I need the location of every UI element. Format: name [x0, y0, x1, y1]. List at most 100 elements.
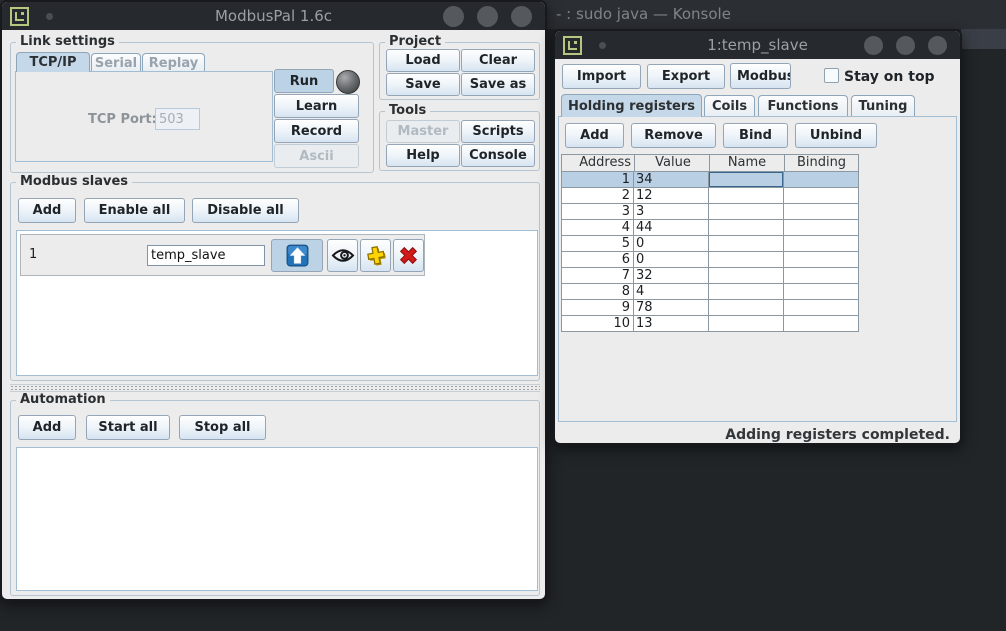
column-header-address[interactable]: Address: [561, 154, 634, 172]
run-button[interactable]: Run: [274, 69, 334, 93]
cell-binding[interactable]: [784, 220, 859, 236]
master-button[interactable]: Master: [386, 120, 460, 143]
record-button[interactable]: Record: [274, 119, 359, 143]
stay-on-top-checkbox[interactable]: [824, 68, 839, 83]
slave-name-input[interactable]: [147, 245, 265, 266]
stop-all-button[interactable]: Stop all: [179, 415, 266, 440]
cell-value[interactable]: 0: [634, 236, 709, 252]
delete-slave-button[interactable]: [393, 239, 424, 272]
load-button[interactable]: Load: [386, 49, 460, 72]
clear-button[interactable]: Clear: [461, 49, 535, 72]
main-window-titlebar[interactable]: ModbusPal 1.6c: [2, 2, 545, 30]
cell-binding[interactable]: [784, 252, 859, 268]
cell-value[interactable]: 44: [634, 220, 709, 236]
cell-name[interactable]: [709, 268, 784, 284]
cell-binding[interactable]: [784, 268, 859, 284]
save-button[interactable]: Save: [386, 73, 460, 96]
table-row[interactable]: 134: [561, 172, 859, 188]
help-button[interactable]: Help: [386, 144, 460, 167]
cell-value[interactable]: 13: [634, 316, 709, 332]
split-pane-divider[interactable]: [10, 384, 540, 392]
table-row[interactable]: 212: [561, 188, 859, 204]
cell-binding[interactable]: [784, 188, 859, 204]
cell-binding[interactable]: [784, 172, 859, 188]
remove-register-button[interactable]: Remove: [631, 123, 716, 148]
tab-functions[interactable]: Functions: [758, 95, 848, 117]
table-row[interactable]: 60: [561, 252, 859, 268]
tab-holding-registers[interactable]: Holding registers: [561, 94, 702, 117]
slave-row[interactable]: 1: [20, 234, 425, 276]
cell-name[interactable]: [709, 284, 784, 300]
table-row[interactable]: 978: [561, 300, 859, 316]
cell-address[interactable]: 6: [561, 252, 634, 268]
cell-value[interactable]: 12: [634, 188, 709, 204]
tab-serial[interactable]: Serial: [91, 53, 141, 72]
cell-name[interactable]: [709, 316, 784, 332]
cell-name[interactable]: [709, 172, 784, 188]
cell-address[interactable]: 1: [561, 172, 634, 188]
add-slave-button[interactable]: Add: [18, 198, 76, 223]
export-button[interactable]: Export: [647, 64, 725, 89]
cell-address[interactable]: 2: [561, 188, 634, 204]
tab-replay[interactable]: Replay: [142, 53, 205, 72]
table-row[interactable]: 732: [561, 268, 859, 284]
add-automation-button[interactable]: Add: [18, 415, 76, 440]
column-header-binding[interactable]: Binding: [784, 154, 859, 172]
slave-enabled-toggle-button[interactable]: [271, 239, 323, 272]
duplicate-slave-button[interactable]: [360, 239, 391, 272]
maximize-button[interactable]: [896, 36, 915, 55]
column-header-name[interactable]: Name: [709, 154, 784, 172]
add-register-button[interactable]: Add: [565, 123, 624, 148]
table-row[interactable]: 444: [561, 220, 859, 236]
minimize-button[interactable]: [443, 6, 464, 27]
table-row[interactable]: 84: [561, 284, 859, 300]
save-as-button[interactable]: Save as: [461, 73, 535, 96]
import-button[interactable]: Import: [562, 64, 641, 89]
cell-value[interactable]: 78: [634, 300, 709, 316]
window-menu-dot-icon[interactable]: [599, 42, 606, 49]
cell-address[interactable]: 5: [561, 236, 634, 252]
cell-address[interactable]: 10: [561, 316, 634, 332]
cell-binding[interactable]: [784, 316, 859, 332]
scripts-button[interactable]: Scripts: [461, 120, 535, 143]
ascii-button[interactable]: Ascii: [274, 144, 359, 168]
table-row[interactable]: 33: [561, 204, 859, 220]
maximize-button[interactable]: [477, 6, 498, 27]
tab-coils[interactable]: Coils: [704, 95, 755, 117]
cell-address[interactable]: 7: [561, 268, 634, 284]
cell-name[interactable]: [709, 236, 784, 252]
cell-name[interactable]: [709, 220, 784, 236]
learn-button[interactable]: Learn: [274, 94, 359, 118]
bind-button[interactable]: Bind: [723, 123, 788, 148]
slave-window-titlebar[interactable]: 1:temp_slave: [555, 31, 960, 59]
cell-value[interactable]: 34: [634, 172, 709, 188]
cell-binding[interactable]: [784, 284, 859, 300]
cell-binding[interactable]: [784, 300, 859, 316]
table-row[interactable]: 1013: [561, 316, 859, 332]
enable-all-button[interactable]: Enable all: [84, 198, 185, 223]
implementation-select[interactable]: Modbus: [730, 63, 791, 89]
unbind-button[interactable]: Unbind: [795, 123, 877, 148]
cell-name[interactable]: [709, 204, 784, 220]
cell-value[interactable]: 3: [634, 204, 709, 220]
column-header-value[interactable]: Value: [634, 154, 709, 172]
console-button[interactable]: Console: [461, 144, 535, 167]
cell-address[interactable]: 8: [561, 284, 634, 300]
cell-name[interactable]: [709, 300, 784, 316]
cell-value[interactable]: 32: [634, 268, 709, 284]
cell-address[interactable]: 3: [561, 204, 634, 220]
cell-value[interactable]: 4: [634, 284, 709, 300]
cell-binding[interactable]: [784, 236, 859, 252]
cell-value[interactable]: 0: [634, 252, 709, 268]
cell-address[interactable]: 9: [561, 300, 634, 316]
table-row[interactable]: 50: [561, 236, 859, 252]
disable-all-button[interactable]: Disable all: [192, 198, 299, 223]
minimize-button[interactable]: [864, 36, 883, 55]
tcp-port-input[interactable]: [155, 108, 200, 130]
cell-address[interactable]: 4: [561, 220, 634, 236]
show-slave-button[interactable]: [327, 239, 358, 272]
tab-tcpip[interactable]: TCP/IP: [16, 52, 90, 72]
start-all-button[interactable]: Start all: [86, 415, 170, 440]
automation-list[interactable]: [16, 447, 538, 591]
close-button[interactable]: [511, 6, 532, 27]
